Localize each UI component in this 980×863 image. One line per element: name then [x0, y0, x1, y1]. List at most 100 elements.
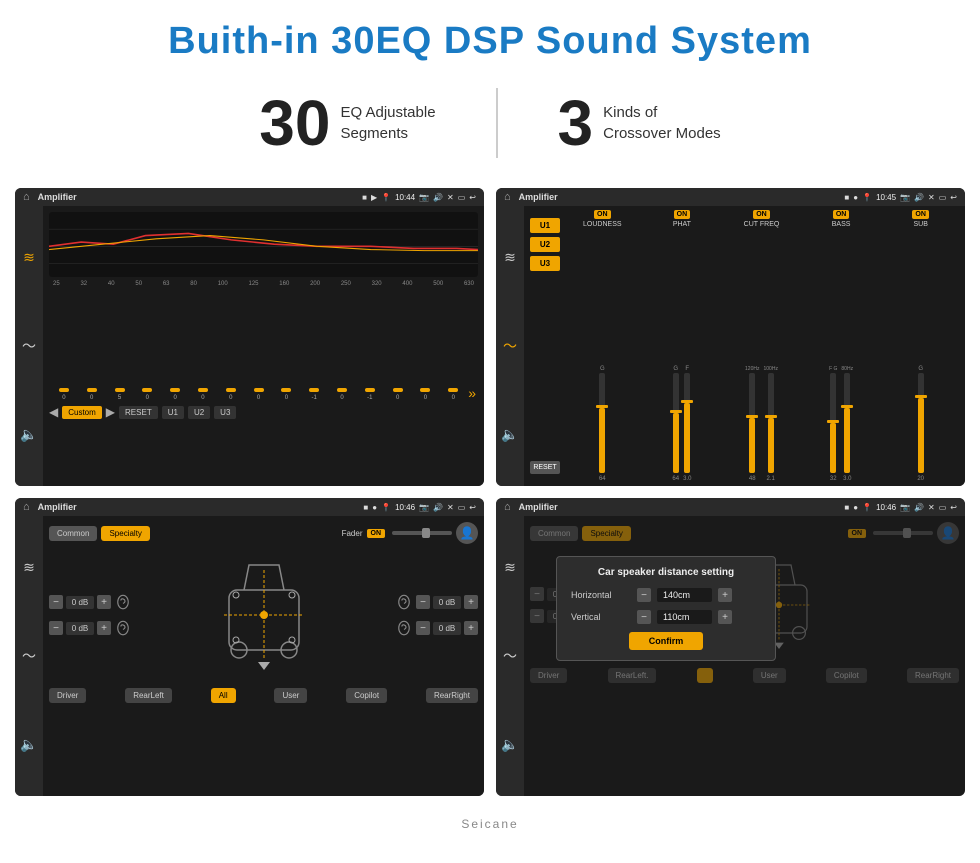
eq-slider-2[interactable]: 0	[79, 392, 105, 401]
fl-plus-btn[interactable]: +	[97, 595, 111, 609]
rr-minus-btn[interactable]: −	[416, 621, 430, 635]
slider-cut-2[interactable]	[768, 373, 774, 473]
u1-btn[interactable]: U1	[162, 406, 184, 419]
back-icon-3[interactable]: ↩	[469, 503, 476, 512]
vertical-row: Vertical − 110cm +	[571, 610, 761, 624]
eq-slider-6[interactable]: 0	[190, 392, 216, 401]
slider-bass-g[interactable]	[844, 373, 850, 473]
eq-slider-13[interactable]: 0	[385, 392, 411, 401]
speaker-icon[interactable]: 🔈	[20, 426, 37, 443]
wave-icon-3[interactable]: 〜	[22, 646, 36, 666]
fr-minus-btn[interactable]: −	[416, 595, 430, 609]
phat-on[interactable]: ON	[674, 210, 691, 219]
home-icon[interactable]: ⌂	[23, 191, 30, 203]
fl-minus-btn[interactable]: −	[49, 595, 63, 609]
wave-icon[interactable]: 〜	[22, 336, 36, 356]
eq-slider-8[interactable]: 0	[246, 392, 272, 401]
eq-icon-3[interactable]: ≋	[23, 559, 35, 576]
rl-minus-btn[interactable]: −	[49, 621, 63, 635]
slider-loudness-g[interactable]	[599, 373, 605, 473]
eq-slider-12[interactable]: -1	[357, 392, 383, 401]
time-1: 10:44	[395, 193, 415, 202]
eq-slider-15[interactable]: 0	[440, 392, 466, 401]
custom-btn[interactable]: Custom	[62, 406, 102, 419]
location-icon-2: 📍	[862, 193, 872, 202]
u3-btn[interactable]: U3	[214, 406, 236, 419]
rearleft-btn[interactable]: RearLeft	[125, 688, 172, 703]
home-icon-4[interactable]: ⌂	[504, 501, 511, 513]
preset-u2[interactable]: U2	[530, 237, 560, 252]
slider-bass-f[interactable]	[830, 373, 836, 473]
fader-label: Fader	[342, 529, 363, 538]
status-bar-3: ⌂ Amplifier ■ ● 📍 10:46 📷 🔊 ✕ ▭ ↩	[15, 498, 484, 516]
crossover-main: U1 U2 U3 RESET ON LOUDNESS	[524, 206, 965, 486]
crossover-reset-btn[interactable]: RESET	[530, 461, 560, 474]
eq-slider-7[interactable]: 0	[218, 392, 244, 401]
app-title-3: Amplifier	[38, 502, 360, 512]
eq-slider-10[interactable]: -1	[301, 392, 327, 401]
common-mode-btn[interactable]: Common	[49, 526, 97, 541]
next-arrow[interactable]: ▶	[106, 405, 115, 419]
preset-u1[interactable]: U1	[530, 218, 560, 233]
left-sidebar-4: ≋ 〜 🔈	[496, 516, 524, 796]
eq-slider-11[interactable]: 0	[329, 392, 355, 401]
horizontal-minus-btn[interactable]: −	[637, 588, 651, 602]
rl-plus-btn[interactable]: +	[97, 621, 111, 635]
left-sidebar-3: ≋ 〜 🔈	[15, 516, 43, 796]
vertical-plus-btn[interactable]: +	[718, 610, 732, 624]
eq-icon-2[interactable]: ≋	[504, 249, 516, 266]
screen3-content: ≋ 〜 🔈 Common Specialty Fader ON	[15, 516, 484, 796]
eq-icon-4[interactable]: ≋	[504, 559, 516, 576]
eq-slider-9[interactable]: 0	[274, 392, 300, 401]
horizontal-plus-btn[interactable]: +	[718, 588, 732, 602]
prev-arrow[interactable]: ◀	[49, 405, 58, 419]
speaker-icon-4[interactable]: 🔈	[501, 736, 518, 753]
slider-phat-f[interactable]	[684, 373, 690, 473]
preset-u3[interactable]: U3	[530, 256, 560, 271]
eq-slider-3[interactable]: 5	[107, 392, 133, 401]
reset-btn[interactable]: RESET	[119, 406, 158, 419]
back-icon-4[interactable]: ↩	[950, 503, 957, 512]
cutfreq-on[interactable]: ON	[753, 210, 770, 219]
time-2: 10:45	[876, 193, 896, 202]
eq-icon[interactable]: ≋	[23, 249, 35, 266]
eq-slider-5[interactable]: 0	[162, 392, 188, 401]
wave-icon-2[interactable]: 〜	[503, 336, 517, 356]
fr-plus-btn[interactable]: +	[464, 595, 478, 609]
sub-on[interactable]: ON	[912, 210, 929, 219]
profile-icon[interactable]: 👤	[456, 522, 478, 544]
horizontal-row: Horizontal − 140cm +	[571, 588, 761, 602]
back-icon-1[interactable]: ↩	[469, 193, 476, 202]
confirm-btn[interactable]: Confirm	[629, 632, 704, 650]
ear-icon-fr	[395, 593, 413, 611]
eq-slider-1[interactable]: 0	[51, 392, 77, 401]
driver-btn[interactable]: Driver	[49, 688, 86, 703]
vertical-minus-btn[interactable]: −	[637, 610, 651, 624]
home-icon-2[interactable]: ⌂	[504, 191, 511, 203]
rearright-btn[interactable]: RearRight	[426, 688, 478, 703]
user-btn[interactable]: User	[274, 688, 307, 703]
home-icon-3[interactable]: ⌂	[23, 501, 30, 513]
speaker-icon-2[interactable]: 🔈	[501, 426, 518, 443]
slider-phat-g[interactable]	[673, 373, 679, 473]
fader-slider[interactable]	[392, 531, 452, 535]
close-icon-1: ✕	[447, 193, 454, 202]
speaker-icon-3[interactable]: 🔈	[20, 736, 37, 753]
more-icon[interactable]: »	[468, 385, 476, 401]
u2-btn[interactable]: U2	[188, 406, 210, 419]
eq-slider-4[interactable]: 0	[134, 392, 160, 401]
specialty-mode-btn[interactable]: Specialty	[101, 526, 149, 541]
record-icon-3: ■	[363, 503, 368, 512]
all-btn[interactable]: All	[211, 688, 236, 703]
wave-icon-4[interactable]: 〜	[503, 646, 517, 666]
eq-slider-14[interactable]: 0	[413, 392, 439, 401]
page-title: Buith-in 30EQ DSP Sound System	[0, 0, 980, 73]
bass-on[interactable]: ON	[833, 210, 850, 219]
loudness-on[interactable]: ON	[594, 210, 611, 219]
rr-plus-btn[interactable]: +	[464, 621, 478, 635]
slider-sub-1[interactable]	[918, 373, 924, 473]
copilot-btn[interactable]: Copilot	[346, 688, 387, 703]
back-icon-2[interactable]: ↩	[950, 193, 957, 202]
slider-cut-1[interactable]	[749, 373, 755, 473]
eq-bottom-bar: ◀ Custom ▶ RESET U1 U2 U3	[49, 405, 478, 419]
